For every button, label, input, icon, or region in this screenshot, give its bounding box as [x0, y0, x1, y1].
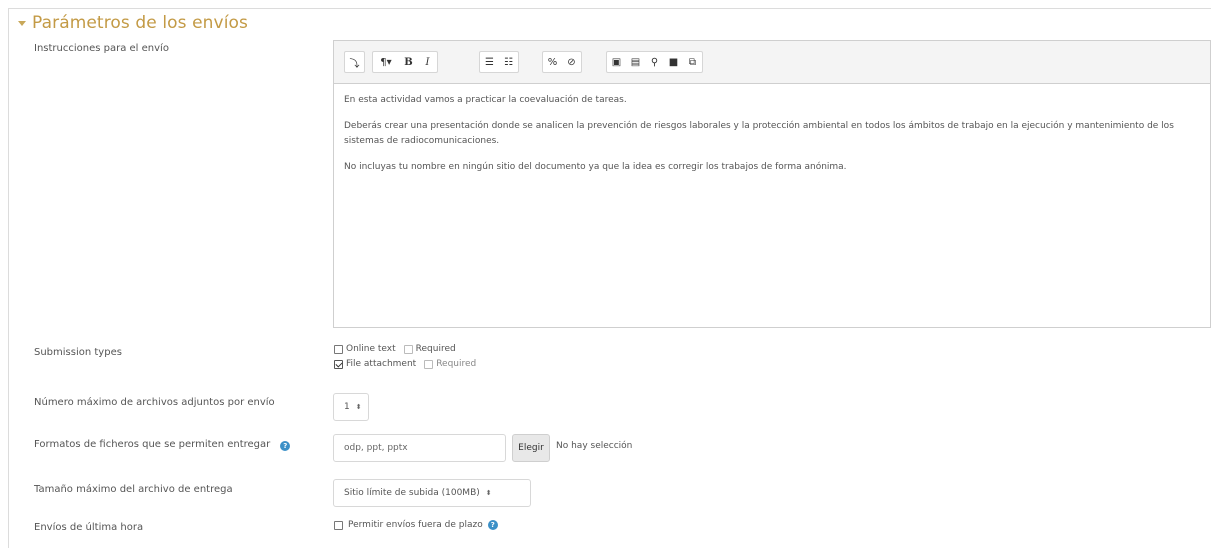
collapse-caret-icon[interactable] — [18, 20, 26, 26]
max-size-value: Sitio límite de subida (100MB) — [344, 488, 480, 498]
file-attachment-label: File attachment — [346, 359, 417, 369]
help-icon[interactable]: ? — [280, 441, 291, 451]
section-header[interactable]: Parámetros de los envíos — [18, 13, 248, 33]
paragraph-styles-icon[interactable]: ¶▾ — [373, 52, 399, 72]
record-video-icon[interactable]: ■ — [664, 52, 683, 72]
toolbar-group-4: % ⊘ — [542, 51, 582, 73]
late-submissions-label: Envíos de última hora — [34, 522, 144, 533]
unlink-icon[interactable]: ⊘ — [562, 52, 581, 72]
late-submissions-row: Permitir envíos fuera de plazo ? — [334, 520, 498, 530]
choose-button[interactable]: Elegir — [512, 434, 550, 462]
select-arrows-icon: ⬍ — [355, 403, 362, 411]
max-files-value: 1 — [344, 402, 350, 412]
instruction-paragraph: En esta actividad vamos a practicar la c… — [344, 95, 627, 105]
section-title: Parámetros de los envíos — [32, 13, 248, 33]
record-audio-icon[interactable]: ⚲ — [645, 52, 664, 72]
max-files-select[interactable]: 1 ⬍ — [333, 393, 369, 421]
manage-files-icon[interactable]: ⧉ — [683, 52, 702, 72]
help-icon[interactable]: ? — [487, 520, 498, 530]
file-required-checkbox[interactable] — [424, 359, 434, 369]
online-text-label: Online text — [346, 344, 396, 354]
editor-content[interactable]: En esta actividad vamos a practicar la c… — [334, 84, 1210, 195]
online-required-label: Required — [415, 344, 456, 354]
collapse-toolbar-icon[interactable]: ⤵ — [345, 52, 364, 72]
instruction-paragraph: No incluyas tu nombre en ningún sitio de… — [344, 162, 847, 172]
media-icon[interactable]: ▤ — [626, 52, 645, 72]
file-types-label: Formatos de ficheros que se permiten ent… — [34, 439, 291, 451]
instruction-paragraph: Deberás crear una presentación donde se … — [344, 121, 1174, 146]
toolbar-group-2: ¶▾ B I — [372, 51, 438, 73]
late-submissions-text: Permitir envíos fuera de plazo — [348, 520, 483, 530]
instructions-editor[interactable]: ⤵ ¶▾ B I ☰ ☷ % ⊘ ▣ ▤ ⚲ ■ ⧉ En esta activ… — [333, 40, 1211, 328]
file-attachment-row: File attachment Required — [334, 359, 476, 369]
toolbar-group-5: ▣ ▤ ⚲ ■ ⧉ — [606, 51, 703, 73]
italic-icon[interactable]: I — [418, 52, 437, 72]
editor-toolbar: ⤵ ¶▾ B I ☰ ☷ % ⊘ ▣ ▤ ⚲ ■ ⧉ — [334, 41, 1210, 84]
max-size-select[interactable]: Sitio límite de subida (100MB) ⬍ — [333, 479, 531, 507]
online-text-row: Online text Required — [334, 344, 456, 354]
file-attachment-checkbox[interactable] — [334, 359, 343, 369]
select-arrows-icon: ⬍ — [485, 489, 492, 497]
instructions-label: Instrucciones para el envío — [34, 43, 169, 54]
no-selection-text: No hay selección — [556, 441, 633, 451]
ordered-list-icon[interactable]: ☷ — [499, 52, 518, 72]
link-icon[interactable]: % — [543, 52, 562, 72]
image-icon[interactable]: ▣ — [607, 52, 626, 72]
online-text-checkbox[interactable] — [334, 344, 343, 354]
file-types-value: odp, ppt, pptx — [344, 443, 408, 453]
file-types-label-text: Formatos de ficheros que se permiten ent… — [34, 439, 271, 450]
bold-icon[interactable]: B — [399, 52, 418, 72]
toolbar-group-3: ☰ ☷ — [479, 51, 519, 73]
max-size-label: Tamaño máximo del archivo de entrega — [34, 484, 233, 495]
unordered-list-icon[interactable]: ☰ — [480, 52, 499, 72]
max-files-label: Número máximo de archivos adjuntos por e… — [34, 397, 275, 408]
file-required-label: Required — [436, 359, 477, 369]
online-required-checkbox[interactable] — [403, 344, 413, 354]
late-submissions-checkbox[interactable] — [334, 520, 343, 530]
file-types-input[interactable]: odp, ppt, pptx — [333, 434, 506, 462]
toolbar-group-1: ⤵ — [344, 51, 365, 73]
submission-types-label: Submission types — [34, 347, 122, 358]
